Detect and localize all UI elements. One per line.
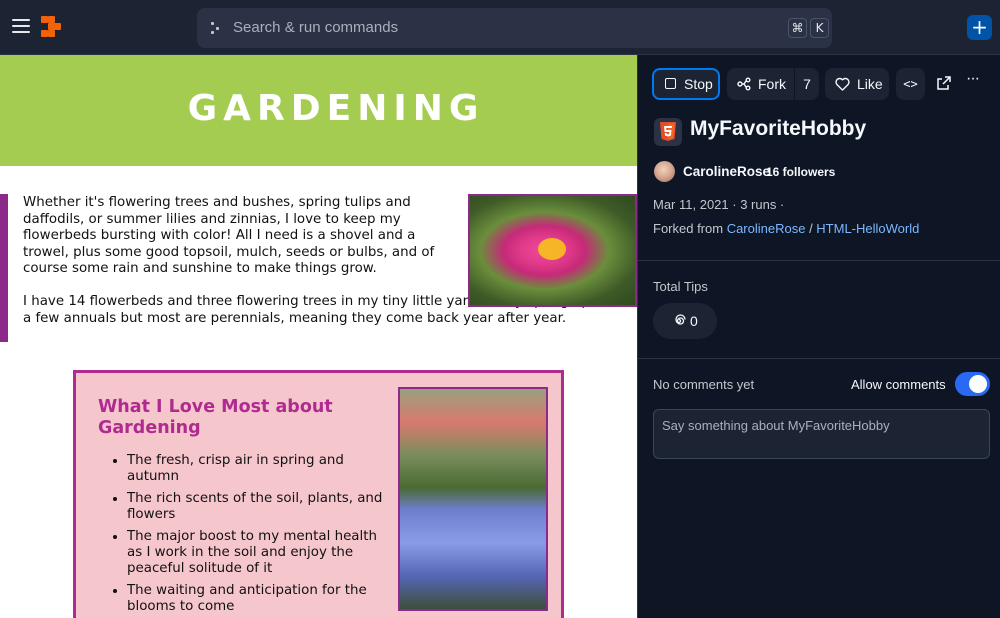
love-list: The fresh, crisp air in spring and autum… bbox=[127, 453, 389, 618]
tips-label: Total Tips bbox=[653, 279, 708, 294]
cycles-icon bbox=[675, 314, 686, 325]
banner-title: GARDENING bbox=[187, 88, 485, 129]
shortcut-cmd-key: ⌘ bbox=[788, 18, 807, 38]
fork-button[interactable]: Fork 7 bbox=[727, 68, 819, 100]
search-bar[interactable]: Search & run commands ⌘ K bbox=[197, 8, 832, 48]
box-heading: What I Love Most about Gardening bbox=[98, 397, 333, 438]
more-options-icon[interactable]: ··· bbox=[966, 70, 986, 94]
hydrangea-image bbox=[398, 387, 548, 611]
forked-repl-link[interactable]: HTML-HelloWorld bbox=[816, 221, 919, 236]
tip-button[interactable]: 0 bbox=[653, 303, 717, 339]
love-most-box: What I Love Most about Gardening The fre… bbox=[73, 370, 564, 618]
heart-icon bbox=[835, 77, 850, 91]
repl-title: MyFavoriteHobby bbox=[690, 117, 867, 140]
forked-separator: / bbox=[805, 221, 817, 236]
top-bar: Search & run commands ⌘ K + bbox=[0, 0, 1000, 55]
forked-prefix: Forked from bbox=[653, 221, 727, 236]
repl-info-panel: Stop Fork 7 Like <> ··· MyFavoriteHobby … bbox=[637, 55, 1000, 618]
list-item: The major boost to my mental health as I… bbox=[127, 529, 389, 577]
banner: GARDENING bbox=[0, 55, 637, 166]
replit-logo-icon[interactable] bbox=[41, 16, 61, 38]
fork-label: Fork bbox=[758, 76, 786, 92]
create-button[interactable]: + bbox=[967, 15, 992, 40]
allow-comments-label: Allow comments bbox=[851, 377, 946, 392]
list-item: The waiting and anticipation for the blo… bbox=[127, 583, 389, 615]
forked-user-link[interactable]: CarolineRose bbox=[727, 221, 806, 236]
list-item: The rich scents of the soil, plants, and… bbox=[127, 491, 389, 523]
repl-meta: Mar 11, 2021 · 3 runs · bbox=[653, 197, 785, 212]
stop-label: Stop bbox=[684, 76, 713, 92]
allow-comments-toggle[interactable] bbox=[955, 372, 990, 396]
accent-bar bbox=[0, 194, 8, 342]
html5-icon bbox=[654, 118, 682, 146]
menu-icon[interactable] bbox=[12, 19, 30, 33]
webview-output: GARDENING Whether it's flowering trees a… bbox=[0, 55, 637, 618]
open-external-icon[interactable] bbox=[936, 75, 952, 91]
avatar[interactable] bbox=[654, 161, 675, 182]
stop-button[interactable]: Stop bbox=[652, 68, 720, 100]
search-placeholder: Search & run commands bbox=[233, 19, 399, 36]
command-icon bbox=[211, 22, 223, 34]
divider bbox=[638, 260, 1000, 261]
author-link[interactable]: CarolineRose bbox=[683, 164, 770, 179]
no-comments-text: No comments yet bbox=[653, 377, 755, 392]
followers-count: 16 followers bbox=[766, 165, 836, 179]
view-code-button[interactable]: <> bbox=[896, 68, 925, 100]
tips-value: 0 bbox=[690, 313, 698, 329]
fork-icon bbox=[737, 77, 751, 91]
stop-icon bbox=[665, 78, 676, 89]
shortcut-k-key: K bbox=[810, 18, 829, 38]
like-label: Like bbox=[857, 76, 883, 92]
intro-paragraph: Whether it's flowering trees and bushes,… bbox=[23, 195, 435, 276]
like-button[interactable]: Like bbox=[825, 68, 889, 100]
list-item: The fresh, crisp air in spring and autum… bbox=[127, 453, 389, 485]
peony-image bbox=[468, 194, 637, 307]
fork-count[interactable]: 7 bbox=[794, 68, 819, 100]
divider bbox=[638, 358, 1000, 359]
comment-input[interactable] bbox=[653, 409, 990, 459]
forked-from: Forked from CarolineRose / HTML-HelloWor… bbox=[653, 221, 919, 236]
